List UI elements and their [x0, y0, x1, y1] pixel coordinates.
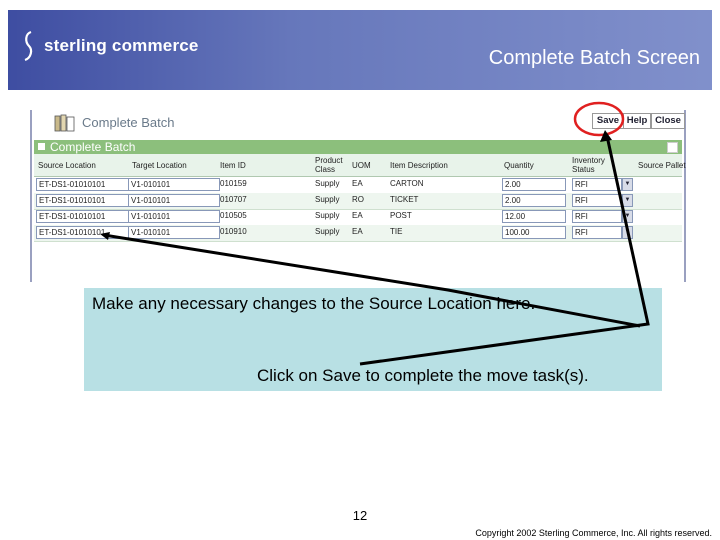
- col-uom: UOM: [352, 161, 371, 170]
- col-source-location: Source Location: [38, 161, 96, 170]
- save-button[interactable]: Save: [592, 113, 624, 129]
- table-row: ET-DS1-01010101 V1-010101 010159 Supply …: [34, 177, 682, 194]
- product-class: Supply: [315, 227, 340, 236]
- quantity-input[interactable]: 2.00: [502, 194, 566, 207]
- uom: EA: [352, 179, 363, 188]
- item-description: TIE: [390, 227, 403, 236]
- quantity-input[interactable]: 12.00: [502, 210, 566, 223]
- item-description: POST: [390, 211, 412, 220]
- table-header: Source Location Target Location Item ID …: [34, 154, 686, 177]
- table-row: ET-DS1-01010101 V1-010101 010707 Supply …: [34, 193, 682, 210]
- chevron-down-icon[interactable]: ▼: [622, 226, 633, 239]
- inventory-status-select[interactable]: RFI: [572, 178, 622, 191]
- brand-name: sterling commerce: [44, 36, 199, 55]
- item-id: 010159: [220, 179, 247, 188]
- target-location-input[interactable]: V1-010101: [128, 194, 220, 207]
- slide-title: Complete Batch Screen: [488, 47, 700, 69]
- page-number: 12: [352, 508, 368, 523]
- quantity-input[interactable]: 100.00: [502, 226, 566, 239]
- col-item-id: Item ID: [220, 161, 246, 170]
- product-class: Supply: [315, 195, 340, 204]
- panel-minimize-icon[interactable]: [667, 142, 678, 153]
- chevron-down-icon[interactable]: ▼: [622, 210, 633, 223]
- target-location-input[interactable]: V1-010101: [128, 178, 220, 191]
- product-class: Supply: [315, 211, 340, 220]
- window-title: Complete Batch: [82, 115, 175, 130]
- uom: RO: [352, 195, 364, 204]
- panel-title-bar: Complete Batch: [34, 140, 682, 154]
- item-description: TICKET: [390, 195, 419, 204]
- table-row: ET-DS1-01010101 V1-010101 010910 Supply …: [34, 225, 682, 242]
- panel-square-icon: [38, 143, 45, 150]
- col-inventory-status: Inventory Status: [572, 156, 605, 174]
- source-location-input[interactable]: ET-DS1-01010101: [36, 178, 130, 191]
- col-target-location: Target Location: [132, 161, 187, 170]
- quantity-input[interactable]: 2.00: [502, 178, 566, 191]
- item-id: 010505: [220, 211, 247, 220]
- title-banner: sterling commerce Complete Batch Screen: [8, 10, 712, 90]
- col-product-class: Product Class: [315, 156, 343, 174]
- callout-save-text: Click on Save to complete the move task(…: [257, 366, 589, 385]
- product-class: Supply: [315, 179, 340, 188]
- source-location-input[interactable]: ET-DS1-01010101: [36, 226, 130, 239]
- batch-books-icon: [54, 114, 75, 132]
- app-screenshot: Complete Batch Save Help Close Complete …: [30, 110, 686, 282]
- inventory-status-select[interactable]: RFI: [572, 226, 622, 239]
- uom: EA: [352, 211, 363, 220]
- chevron-down-icon[interactable]: ▼: [622, 194, 633, 207]
- table-row: ET-DS1-01010101 V1-010101 010505 Supply …: [34, 209, 682, 226]
- panel-title: Complete Batch: [50, 140, 136, 154]
- col-source-pallet: Source Pallet: [638, 161, 686, 170]
- col-item-description: Item Description: [390, 161, 448, 170]
- frame-edge-right: [684, 110, 686, 282]
- target-location-input[interactable]: V1-010101: [128, 210, 220, 223]
- window-header: Complete Batch Save Help Close: [34, 110, 685, 136]
- source-location-input[interactable]: ET-DS1-01010101: [36, 194, 130, 207]
- col-quantity: Quantity: [504, 161, 534, 170]
- item-id: 010910: [220, 227, 247, 236]
- copyright-notice: Copyright 2002 Sterling Commerce, Inc. A…: [475, 528, 712, 538]
- callout-source-location-text: Make any necessary changes to the Source…: [92, 294, 536, 313]
- help-button[interactable]: Help: [623, 113, 651, 129]
- instruction-callout: Make any necessary changes to the Source…: [84, 288, 662, 391]
- target-location-input[interactable]: V1-010101: [128, 226, 220, 239]
- close-button[interactable]: Close: [651, 113, 685, 129]
- uom: EA: [352, 227, 363, 236]
- item-description: CARTON: [390, 179, 424, 188]
- frame-edge-left: [30, 110, 32, 282]
- chevron-down-icon[interactable]: ▼: [622, 178, 633, 191]
- inventory-status-select[interactable]: RFI: [572, 210, 622, 223]
- item-id: 010707: [220, 195, 247, 204]
- sterling-s-icon: [24, 30, 33, 62]
- inventory-status-select[interactable]: RFI: [572, 194, 622, 207]
- source-location-input[interactable]: ET-DS1-01010101: [36, 210, 130, 223]
